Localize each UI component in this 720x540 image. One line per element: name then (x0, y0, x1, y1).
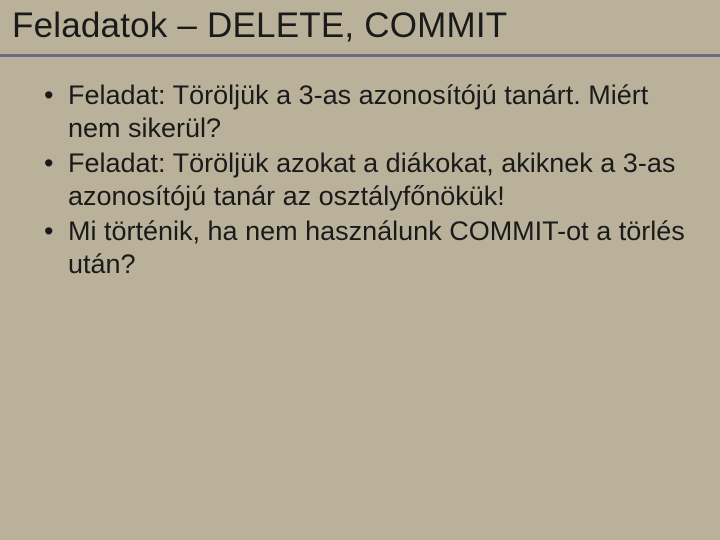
list-item: Feladat: Töröljük a 3-as azonosítójú tan… (44, 79, 690, 145)
slide: Feladatok – DELETE, COMMIT Feladat: Törö… (0, 0, 720, 540)
bullet-list: Feladat: Töröljük a 3-as azonosítójú tan… (44, 79, 690, 281)
title-area: Feladatok – DELETE, COMMIT (0, 0, 720, 57)
body-area: Feladat: Töröljük a 3-as azonosítójú tan… (0, 57, 720, 281)
list-item: Mi történik, ha nem használunk COMMIT-ot… (44, 215, 690, 281)
slide-title: Feladatok – DELETE, COMMIT (12, 6, 708, 46)
list-item: Feladat: Töröljük azokat a diákokat, aki… (44, 147, 690, 213)
